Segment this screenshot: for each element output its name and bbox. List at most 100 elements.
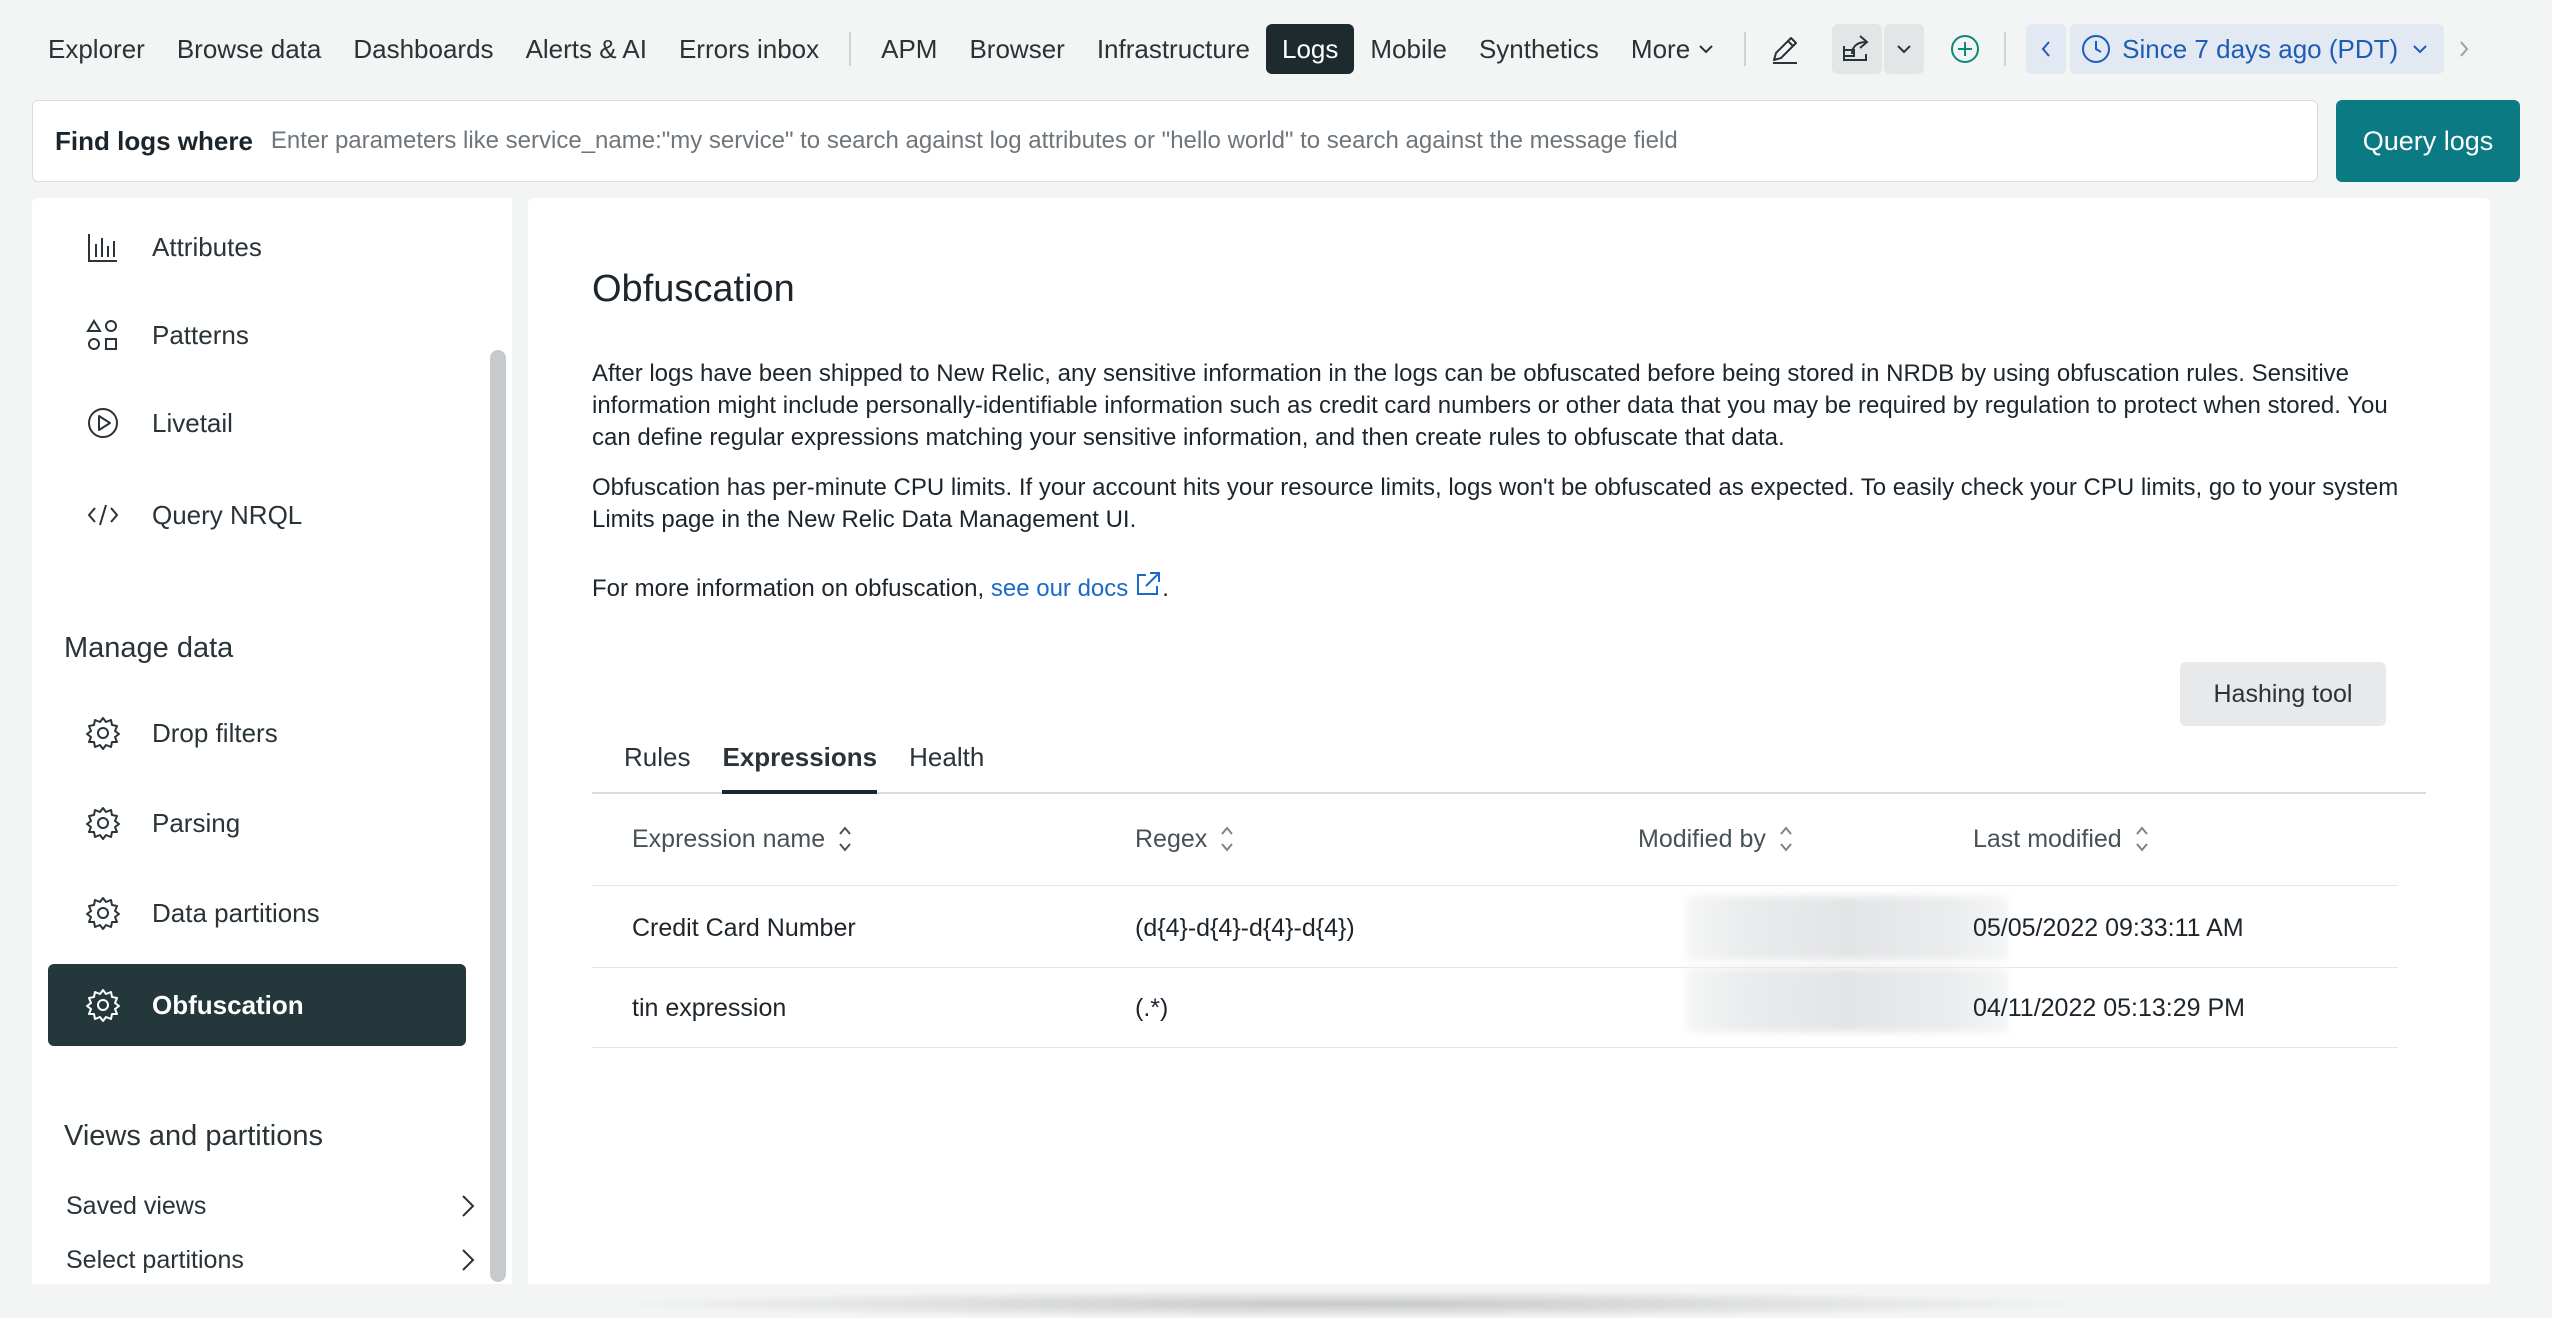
expression-name-cell: Credit Card Number: [632, 914, 856, 942]
sidebar-item-data-partitions[interactable]: Data partitions: [48, 872, 466, 954]
clock-icon: [2082, 35, 2111, 63]
sidebar-item-label: Patterns: [152, 319, 249, 350]
modified-by-redacted: [1686, 896, 2008, 960]
column-label: Regex: [1135, 824, 1208, 853]
sidebar-item-obfuscation[interactable]: Obfuscation: [48, 964, 466, 1046]
tab-expressions[interactable]: Expressions: [722, 738, 878, 794]
sort-icon: [839, 826, 851, 852]
time-prev-button[interactable]: [2026, 24, 2067, 74]
expression-name-cell: tin expression: [632, 994, 787, 1022]
chevron-down-icon: [2413, 45, 2427, 54]
intro-paragraph: After logs have been shipped to New Reli…: [592, 360, 2388, 451]
patterns-icon: [82, 314, 124, 356]
sidebar-item-livetail[interactable]: Livetail: [48, 382, 466, 464]
nav-more-label: More: [1630, 33, 1691, 64]
sidebar-item-label: Parsing: [152, 807, 241, 838]
regex-cell: (.*): [1135, 994, 1169, 1022]
docs-prefix: For more information on obfuscation,: [592, 575, 991, 602]
sidebar-item-patterns[interactable]: Patterns: [48, 294, 466, 376]
nav-errors-inbox[interactable]: Errors inbox: [663, 24, 835, 74]
column-expression-name[interactable]: Expression name: [632, 824, 853, 854]
nav-mobile[interactable]: Mobile: [1354, 24, 1463, 74]
nav-divider: [2004, 32, 2007, 66]
nav-explorer[interactable]: Explorer: [32, 24, 161, 74]
nav-synthetics[interactable]: Synthetics: [1463, 24, 1615, 74]
column-label: Last modified: [1973, 824, 2122, 853]
sidebar-item-label: Drop filters: [152, 717, 278, 748]
sidebar-scrollbar[interactable]: [490, 350, 506, 1282]
saved-views-label: Saved views: [66, 1191, 207, 1220]
logs-search-bar: Find logs where: [32, 100, 2318, 182]
sidebar-item-label: Livetail: [152, 407, 233, 438]
time-picker: Since 7 days ago (PDT): [2026, 24, 2484, 74]
chevron-right-icon: [2460, 41, 2469, 57]
column-label: Modified by: [1638, 824, 1766, 853]
column-label: Expression name: [632, 824, 826, 853]
sidebar-item-label: Attributes: [152, 231, 262, 262]
hashing-tool-button[interactable]: Hashing tool: [2180, 662, 2386, 726]
chevron-down-icon: [1699, 45, 1713, 54]
cpu-limits-paragraph: Obfuscation has per-minute CPU limits. I…: [592, 474, 2399, 533]
chevron-down-icon: [1897, 45, 1911, 54]
column-regex[interactable]: Regex: [1135, 824, 1235, 854]
table-header: Expression name Regex Modified by Last m…: [592, 794, 2398, 886]
sidebar-item-query-nrql[interactable]: Query NRQL: [48, 474, 466, 556]
gear-icon: [82, 712, 124, 754]
nav-divider: [849, 32, 852, 66]
sidebar-item-label: Obfuscation: [152, 989, 304, 1020]
obfuscation-tabs: Rules Expressions Health: [592, 738, 2426, 794]
play-circle-icon: [82, 402, 124, 444]
tab-rules[interactable]: Rules: [624, 738, 690, 794]
sidebar-item-parsing[interactable]: Parsing: [48, 782, 466, 864]
query-logs-button[interactable]: Query logs: [2336, 100, 2520, 182]
search-input[interactable]: [270, 127, 2317, 155]
sort-icon: [2135, 826, 2148, 852]
column-modified-by[interactable]: Modified by: [1638, 824, 1794, 854]
share-split-button: [1832, 24, 1925, 74]
time-next-button[interactable]: [2444, 24, 2484, 74]
table-row[interactable]: tin expression (.*) 04/11/2022 05:13:29 …: [592, 968, 2398, 1048]
chevron-right-icon: [462, 1249, 475, 1271]
nav-alerts-ai[interactable]: Alerts & AI: [510, 24, 663, 74]
code-icon: [82, 494, 124, 536]
chevron-left-icon: [2041, 41, 2050, 57]
pencil-icon: [1773, 37, 1798, 64]
share-menu-button[interactable]: [1884, 24, 1925, 74]
manage-data-heading: Manage data: [64, 632, 234, 664]
saved-views-link[interactable]: Saved views: [66, 1182, 476, 1230]
column-last-modified[interactable]: Last modified: [1973, 824, 2150, 854]
gear-icon: [82, 984, 124, 1026]
nav-browser[interactable]: Browser: [953, 24, 1080, 74]
edit-button[interactable]: [1760, 24, 1810, 74]
share-button[interactable]: [1832, 24, 1883, 74]
bottom-shadow: [600, 1290, 2100, 1318]
gear-icon: [82, 892, 124, 934]
nav-dashboards[interactable]: Dashboards: [337, 24, 509, 74]
docs-link-label: see our docs: [990, 575, 1129, 602]
time-range-button[interactable]: Since 7 days ago (PDT): [2070, 24, 2445, 74]
external-link-icon: [1137, 572, 1161, 595]
docs-suffix: .: [1162, 575, 1169, 602]
add-button[interactable]: [1940, 24, 1990, 74]
nav-more[interactable]: More: [1615, 24, 1730, 74]
table-row[interactable]: Credit Card Number (d{4}-d{4}-d{4}-d{4})…: [592, 888, 2398, 968]
sidebar-item-drop-filters[interactable]: Drop filters: [48, 692, 466, 774]
nav-infrastructure[interactable]: Infrastructure: [1081, 24, 1266, 74]
chevron-right-icon: [462, 1195, 475, 1217]
select-partitions-link[interactable]: Select partitions: [66, 1236, 476, 1284]
regex-cell: (d{4}-d{4}-d{4}-d{4}): [1135, 914, 1355, 942]
last-modified-cell: 05/05/2022 09:33:11 AM: [1973, 914, 2244, 942]
sort-icon: [1221, 826, 1234, 852]
page-title: Obfuscation: [592, 268, 795, 310]
tab-health[interactable]: Health: [909, 738, 984, 794]
docs-link[interactable]: see our docs: [990, 572, 1162, 602]
nav-browse-data[interactable]: Browse data: [161, 24, 338, 74]
nav-logs[interactable]: Logs: [1265, 24, 1355, 74]
sidebar-item-attributes[interactable]: Attributes: [48, 206, 466, 288]
top-nav: Explorer Browse data Dashboards Alerts &…: [0, 0, 2552, 98]
nav-apm[interactable]: APM: [865, 24, 953, 74]
share-icon: [1843, 35, 1869, 61]
nav-divider: [1744, 32, 1747, 66]
sidebar: Attributes Patterns Livetail Query NRQL …: [32, 198, 484, 1284]
docs-paragraph: For more information on obfuscation, see…: [592, 570, 2432, 605]
